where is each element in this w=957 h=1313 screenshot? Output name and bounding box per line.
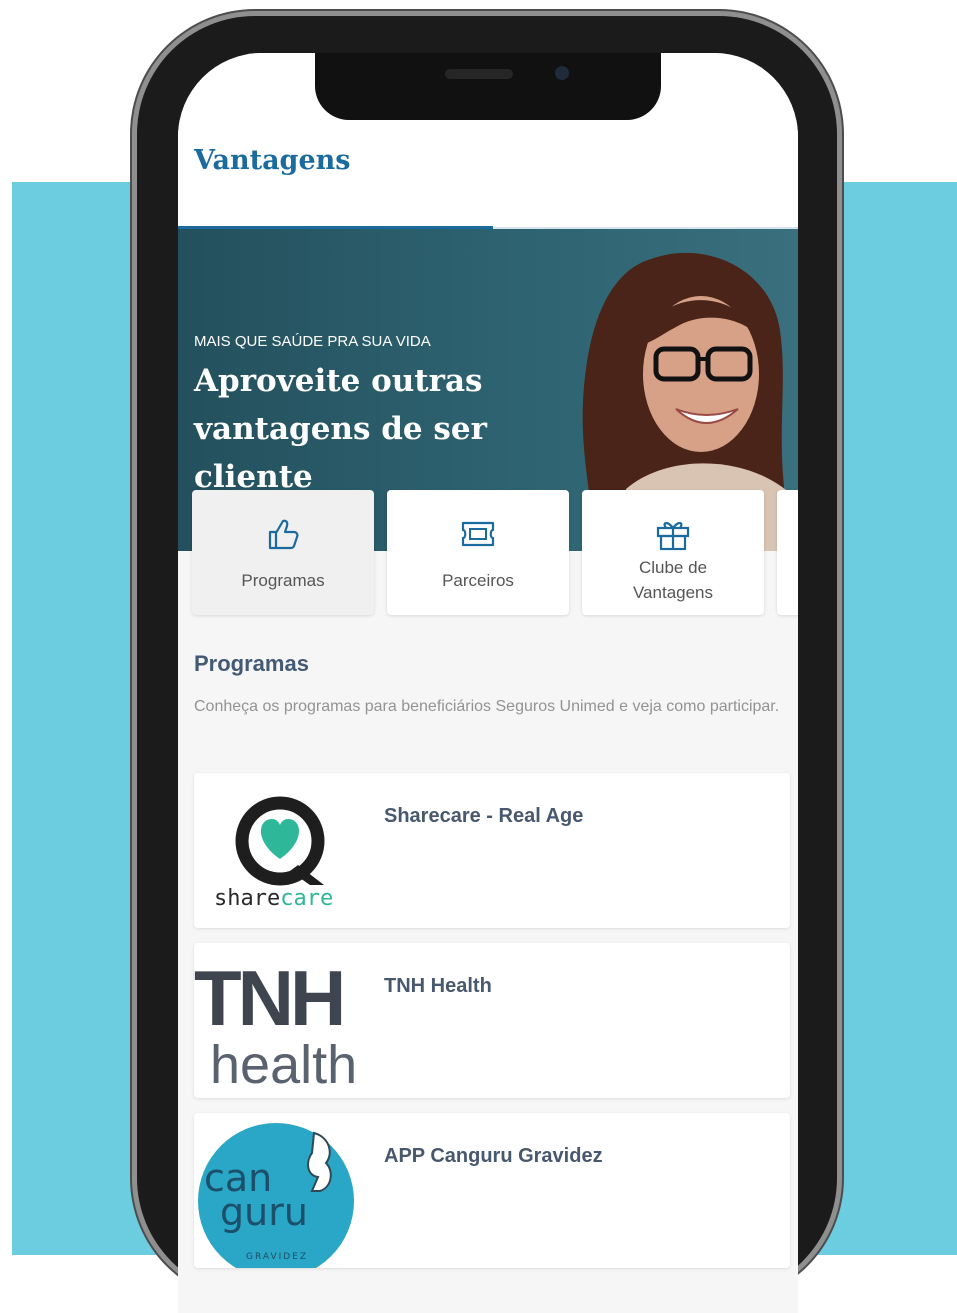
sharecare-logo: sharecare (214, 796, 333, 911)
category-label: Clube de Vantagens (582, 555, 764, 605)
tnh-health-logo: TNH health (194, 954, 357, 1095)
front-camera (555, 66, 569, 80)
category-label: Parceiros (442, 571, 514, 590)
category-card-parceiros[interactable]: Parceiros (387, 490, 569, 615)
sharecare-logo-text-accent: care (280, 886, 333, 911)
hero-headline: Aproveite outras vantagens de ser client… (194, 363, 487, 495)
thumbs-up-icon (268, 519, 299, 550)
category-card-more[interactable] (777, 490, 798, 615)
section-title: Programas (194, 651, 309, 676)
canguru-logo-sub: GRAVIDEZ (246, 1252, 308, 1262)
phone-frame: Vantagens MAIS QUE SAÚDE PRA SUA VIDA Ap… (137, 16, 837, 1313)
program-card-sharecare[interactable]: sharecare Sharecare - Real Age (194, 773, 790, 928)
phone-power-button (838, 346, 844, 506)
program-card-tnh-health[interactable]: TNH health TNH Health (194, 943, 790, 1098)
speaker-grille (445, 69, 513, 79)
program-name: APP Canguru Gravidez (384, 1145, 603, 1167)
category-label-line2: Vantagens (632, 583, 714, 602)
section-description: Conheça os programas para beneficiários … (194, 698, 780, 715)
program-name: Sharecare - Real Age (384, 805, 584, 827)
canguru-logo-line2: guru (220, 1190, 308, 1234)
hero-kicker: MAIS QUE SAÚDE PRA SUA VIDA (194, 333, 431, 350)
category-label-line1: Clube de (638, 558, 708, 577)
category-cards: Programas Parceiros Clube de Vantagens (192, 490, 798, 617)
category-card-programas[interactable]: Programas (192, 490, 374, 615)
ticket-icon (461, 521, 495, 547)
sharecare-logo-text-dark: share (214, 886, 280, 911)
tnh-logo-text: TNH (194, 954, 342, 1042)
page-title: Vantagens (194, 145, 351, 176)
phone-notch (315, 53, 661, 120)
category-card-clube-de-vantagens[interactable]: Clube de Vantagens (582, 490, 764, 615)
gift-icon (656, 522, 690, 551)
svg-text:sharecare: sharecare (214, 886, 333, 911)
category-label: Programas (241, 571, 325, 590)
program-card-canguru[interactable]: can guru GRAVIDEZ APP Canguru Gravidez (194, 1113, 790, 1268)
canguru-logo: can guru GRAVIDEZ (198, 1123, 354, 1268)
program-name: TNH Health (384, 975, 492, 997)
phone-screen: Vantagens MAIS QUE SAÚDE PRA SUA VIDA Ap… (178, 53, 798, 1313)
health-logo-text: health (210, 1035, 357, 1095)
